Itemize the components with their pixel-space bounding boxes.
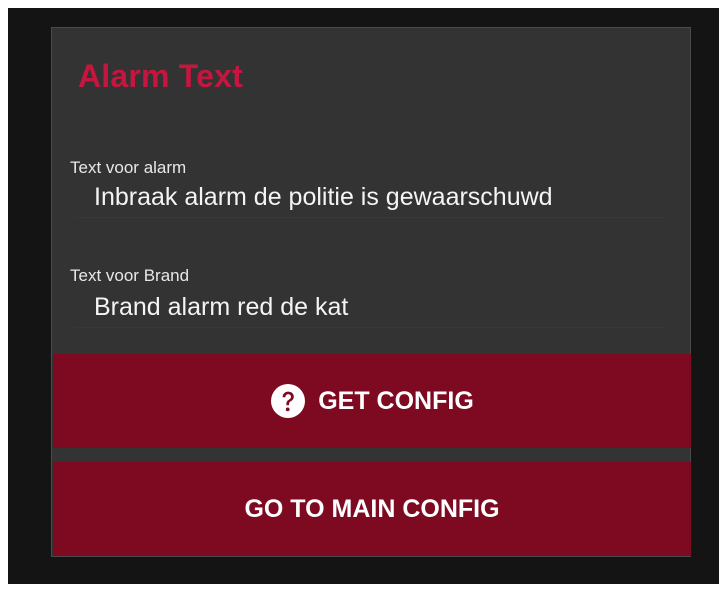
card-title: Alarm Text — [78, 58, 244, 94]
main-config-button[interactable]: GO TO MAIN CONFIG — [53, 462, 691, 556]
main-config-label: GO TO MAIN CONFIG — [244, 494, 500, 523]
get-config-button[interactable]: GET CONFIG — [53, 354, 691, 448]
app-background: Alarm Text Text voor alarm Text voor Bra… — [8, 8, 719, 584]
help-circle-icon — [271, 384, 306, 418]
brand-text-input[interactable] — [74, 288, 664, 328]
alarm-text-card: Alarm Text Text voor alarm Text voor Bra… — [51, 27, 691, 557]
get-config-label: GET CONFIG — [318, 386, 474, 415]
alarm-text-input[interactable] — [74, 178, 664, 218]
brand-text-label: Text voor Brand — [70, 266, 190, 285]
alarm-text-label: Text voor alarm — [70, 158, 187, 177]
